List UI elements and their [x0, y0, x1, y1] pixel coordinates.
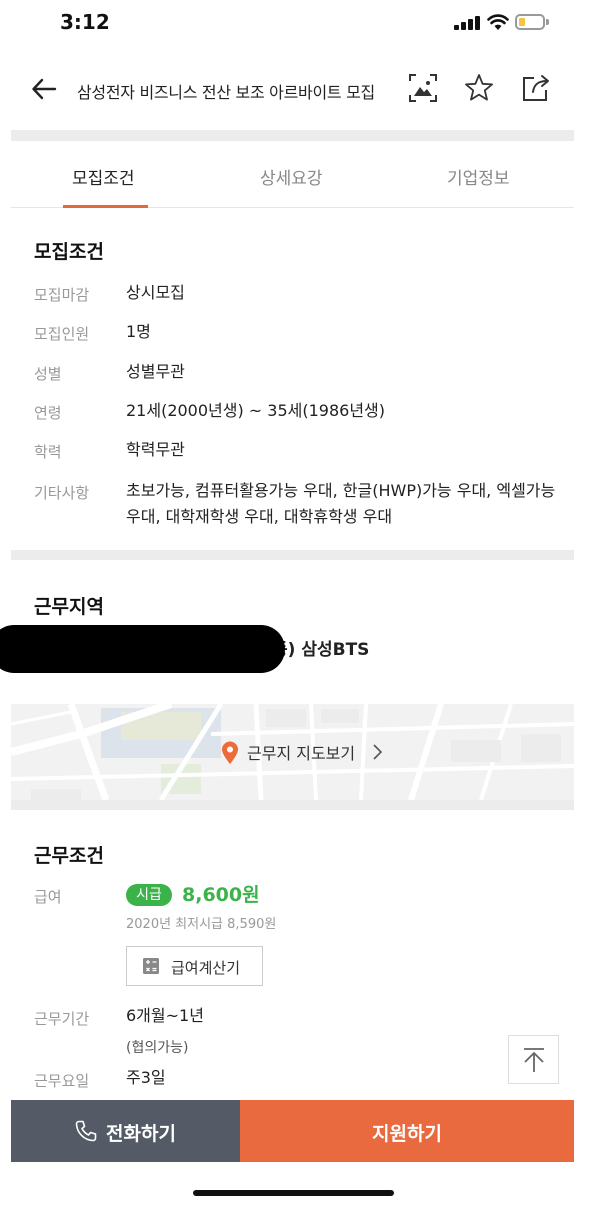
value-education: 학력무관 — [126, 440, 185, 459]
redaction-mark — [0, 625, 285, 673]
tab-details[interactable]: 상세요강 — [260, 164, 323, 189]
location-pin-icon — [222, 741, 238, 764]
label-period: 근무기간 — [34, 1010, 90, 1028]
arrow-up-icon — [524, 1048, 544, 1072]
share-icon[interactable] — [520, 72, 552, 104]
star-favorite-icon[interactable] — [463, 72, 495, 104]
label-pay: 급여 — [34, 888, 62, 906]
wifi-icon — [487, 14, 509, 30]
header-divider — [11, 130, 574, 141]
section-divider-1 — [11, 550, 574, 560]
label-deadline: 모집마감 — [34, 286, 90, 304]
value-etc: 초보가능, 컴퓨터활용가능 우대, 한글(HWP)가능 우대, 엑셀가능 우대,… — [126, 481, 556, 526]
signal-icon — [454, 16, 482, 30]
back-arrow-icon[interactable] — [30, 75, 58, 103]
pay-calculator-button[interactable]: 급여계산기 — [126, 946, 263, 986]
tab-company-info[interactable]: 기업정보 — [447, 164, 510, 189]
period-note: (협의가능) — [126, 1040, 189, 1056]
call-button-label: 전화하기 — [106, 1123, 176, 1145]
value-days: 주3일 — [126, 1068, 166, 1087]
active-tab-indicator — [63, 205, 148, 208]
label-headcount: 모집인원 — [34, 325, 90, 343]
tab-recruit-conditions[interactable]: 모집조건 — [72, 164, 135, 189]
scroll-to-top-button[interactable] — [508, 1035, 559, 1084]
label-gender: 성별 — [34, 365, 62, 383]
home-indicator — [193, 1190, 394, 1196]
pay-calculator-label: 급여계산기 — [171, 959, 241, 977]
section-title-conditions: 근무조건 — [34, 845, 104, 867]
value-period: 6개월~1년 — [126, 1006, 204, 1025]
battery-tip — [546, 19, 549, 25]
apply-button[interactable]: 지원하기 — [240, 1100, 574, 1162]
pay-amount: 8,600원 — [182, 884, 260, 906]
pay-type-badge: 시급 — [126, 884, 172, 906]
calculator-icon — [143, 958, 159, 974]
call-button[interactable]: 전화하기 — [11, 1100, 240, 1162]
status-time: 3:12 — [60, 10, 110, 34]
page-title: 삼성전자 비즈니스 전산 보조 아르바이트 모집 — [77, 83, 375, 102]
phone-icon — [75, 1120, 97, 1142]
section-divider-2 — [11, 800, 574, 810]
value-deadline: 상시모집 — [126, 283, 185, 302]
label-days: 근무요일 — [34, 1072, 90, 1090]
battery-icon — [515, 14, 545, 30]
value-headcount: 1명 — [126, 322, 151, 341]
label-education: 학력 — [34, 443, 62, 461]
label-age: 연령 — [34, 404, 62, 422]
section-title-location: 근무지역 — [34, 596, 104, 618]
min-wage-note: 2020년 최저시급 8,590원 — [126, 917, 277, 932]
section-title-recruit: 모집조건 — [34, 241, 104, 263]
image-view-icon[interactable] — [407, 72, 439, 104]
value-age: 21세(2000년생) ~ 35세(1986년생) — [126, 401, 386, 420]
map-link-label[interactable]: 근무지 지도보기 — [247, 740, 355, 764]
work-address: 동) 삼성BTS — [272, 640, 370, 660]
value-gender: 성별무관 — [126, 362, 185, 381]
chevron-right-icon — [373, 744, 383, 760]
apply-button-label: 지원하기 — [372, 1123, 442, 1145]
label-etc: 기타사항 — [34, 484, 90, 502]
